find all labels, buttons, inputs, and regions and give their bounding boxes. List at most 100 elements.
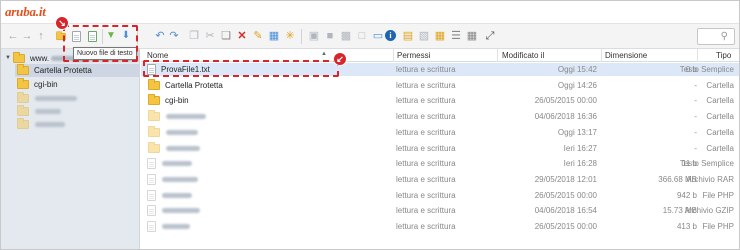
sidebar-item-cartella-protetta[interactable]: Cartella Protetta <box>15 64 139 77</box>
file-type: Cartella <box>706 127 734 137</box>
redo-icon[interactable]: ↷ <box>167 29 181 43</box>
file-row[interactable]: lettura e scrittura Oggi 13:17- Cartella <box>141 125 739 139</box>
file-modified: 26/05/2015 00:00 <box>534 190 597 200</box>
file-modified: 04/06/2018 16:36 <box>534 112 597 122</box>
preview-icon[interactable]: ▣ <box>307 29 321 43</box>
file-row[interactable]: lettura e scrittura 04/06/2018 16:54 15.73… <box>141 204 739 217</box>
redacted-name <box>35 122 65 127</box>
file-name: Cartella Protetta <box>165 80 223 90</box>
folder-icon <box>148 78 160 90</box>
sidebar-item-redacted[interactable] <box>17 105 61 118</box>
file-modified: 26/05/2015 00:00 <box>534 96 597 106</box>
column-modified[interactable]: Modificato il <box>502 51 544 60</box>
paste-icon[interactable]: ❏ <box>219 29 233 43</box>
archive-icon[interactable]: ▤ <box>401 29 415 43</box>
file-name-cell <box>147 125 198 139</box>
sort-up-icon[interactable]: ▲ <box>321 51 327 57</box>
folder-icon <box>13 51 25 63</box>
file-type: Cartella <box>706 143 734 153</box>
column-size[interactable]: Dimensione <box>605 51 647 60</box>
extract-icon[interactable]: ▦ <box>267 29 281 43</box>
file-icon <box>147 189 156 201</box>
undo-icon[interactable]: ↶ <box>153 29 167 43</box>
file-icon <box>147 205 156 217</box>
monitor-icon[interactable]: ▭ <box>371 29 385 43</box>
arrow-left-icon[interactable]: ← <box>6 29 20 43</box>
properties-icon[interactable]: □ <box>355 29 369 43</box>
chevron-down-icon[interactable]: ▼ <box>5 55 13 61</box>
redacted-name <box>35 96 77 101</box>
file-modified: 26/05/2015 00:00 <box>534 222 597 231</box>
file-permissions: lettura e scrittura <box>396 190 456 200</box>
highlight-toolbar-new-file <box>63 25 138 62</box>
file-row[interactable]: lettura e scrittura 29/05/2018 12:01 366.6… <box>141 173 739 186</box>
file-modified: Ieri 16:27 <box>563 143 597 153</box>
folder-icon <box>17 78 29 89</box>
redacted-name <box>35 109 61 114</box>
file-type: Cartella <box>706 112 734 122</box>
list-view-icon[interactable]: ☰ <box>449 29 463 43</box>
file-permissions: lettura e scrittura <box>396 80 456 90</box>
column-name[interactable]: Nome <box>147 51 168 60</box>
folder-icon <box>148 125 160 137</box>
file-row[interactable]: lettura e scrittura Ieri 16:28 11 b Testo S… <box>141 157 739 170</box>
sidebar-item-label: cgi-bin <box>34 80 58 89</box>
file-type: Cartella <box>706 96 734 106</box>
file-name-cell <box>147 141 200 155</box>
file-name-cell <box>147 157 192 170</box>
file-modified: Oggi 13:17 <box>557 127 597 137</box>
file-type: File PHP <box>702 190 734 200</box>
delete-icon[interactable]: ✕ <box>235 29 249 43</box>
rename-icon[interactable]: ✎ <box>251 29 265 43</box>
file-name-cell <box>147 204 200 217</box>
file-row[interactable]: lettura e scrittura 26/05/2015 00:00 942 b… <box>141 189 739 202</box>
folder-icon <box>148 141 160 153</box>
file-modified: Oggi 15:42 <box>557 65 597 74</box>
file-permissions: lettura e scrittura <box>396 206 456 216</box>
file-permissions: lettura e scrittura <box>396 96 456 106</box>
arrow-up-icon[interactable]: ↑ <box>34 29 48 43</box>
file-name-cell: Cartella Protetta <box>147 78 223 92</box>
archive-extract-icon[interactable]: ▧ <box>417 29 431 43</box>
column-permissions[interactable]: Permessi <box>397 51 430 60</box>
invert-selection-icon[interactable]: ▩ <box>339 29 353 43</box>
file-row[interactable]: lettura e scrittura Ieri 16:27- Cartella <box>141 141 739 155</box>
grid-view-icon[interactable]: ▦ <box>465 29 479 43</box>
redacted-name <box>162 224 190 229</box>
column-type[interactable]: Tipo <box>716 51 731 60</box>
folder-icon <box>17 92 29 103</box>
file-name-cell <box>147 110 206 123</box>
arrow-right-icon[interactable]: → <box>20 29 34 43</box>
sidebar-item-label: Cartella Protetta <box>34 66 92 75</box>
file-permissions: lettura e scrittura <box>396 159 456 169</box>
file-type: Archivio GZIP <box>684 206 734 216</box>
star-icon[interactable]: ✳ <box>283 29 297 43</box>
file-icon <box>147 158 156 170</box>
cut-icon[interactable]: ✂ <box>203 29 217 43</box>
file-permissions: lettura e scrittura <box>396 143 456 153</box>
sidebar-item-redacted[interactable] <box>17 92 77 105</box>
file-modified: 29/05/2018 12:01 <box>534 174 597 184</box>
folder-icon <box>17 118 29 129</box>
file-row[interactable]: Cartella Protetta lettura e scrittura Oggi… <box>141 78 739 92</box>
tree-root-label: www. <box>30 53 50 63</box>
file-row[interactable]: lettura e scrittura 26/05/2015 00:00 413 b… <box>141 220 739 233</box>
copy-icon[interactable]: ❐ <box>187 29 201 43</box>
aruba-logo: aruba.it <box>5 4 46 19</box>
file-modified: 04/06/2018 16:54 <box>534 206 597 216</box>
fullscreen-icon[interactable]: ⤢ <box>483 29 497 43</box>
redacted-name <box>162 208 200 214</box>
file-permissions: lettura e scrittura <box>396 222 456 231</box>
file-permissions: lettura e scrittura <box>396 127 456 137</box>
file-permissions: lettura e scrittura <box>396 174 456 184</box>
sidebar-item-redacted[interactable] <box>17 118 65 131</box>
search-input[interactable]: ⚲ <box>697 28 735 45</box>
archive-create-icon[interactable]: ▦ <box>433 29 447 43</box>
sidebar-item-cgi-bin[interactable]: cgi-bin <box>17 78 58 91</box>
file-row[interactable]: lettura e scrittura 04/06/2018 16:36- Cart… <box>141 110 739 123</box>
info-icon[interactable]: i <box>385 30 396 41</box>
select-all-icon[interactable]: ■ <box>323 29 337 43</box>
folder-icon <box>17 105 29 116</box>
file-row[interactable]: cgi-bin lettura e scrittura 26/05/2015 00:… <box>141 94 739 107</box>
file-icon <box>147 173 156 185</box>
